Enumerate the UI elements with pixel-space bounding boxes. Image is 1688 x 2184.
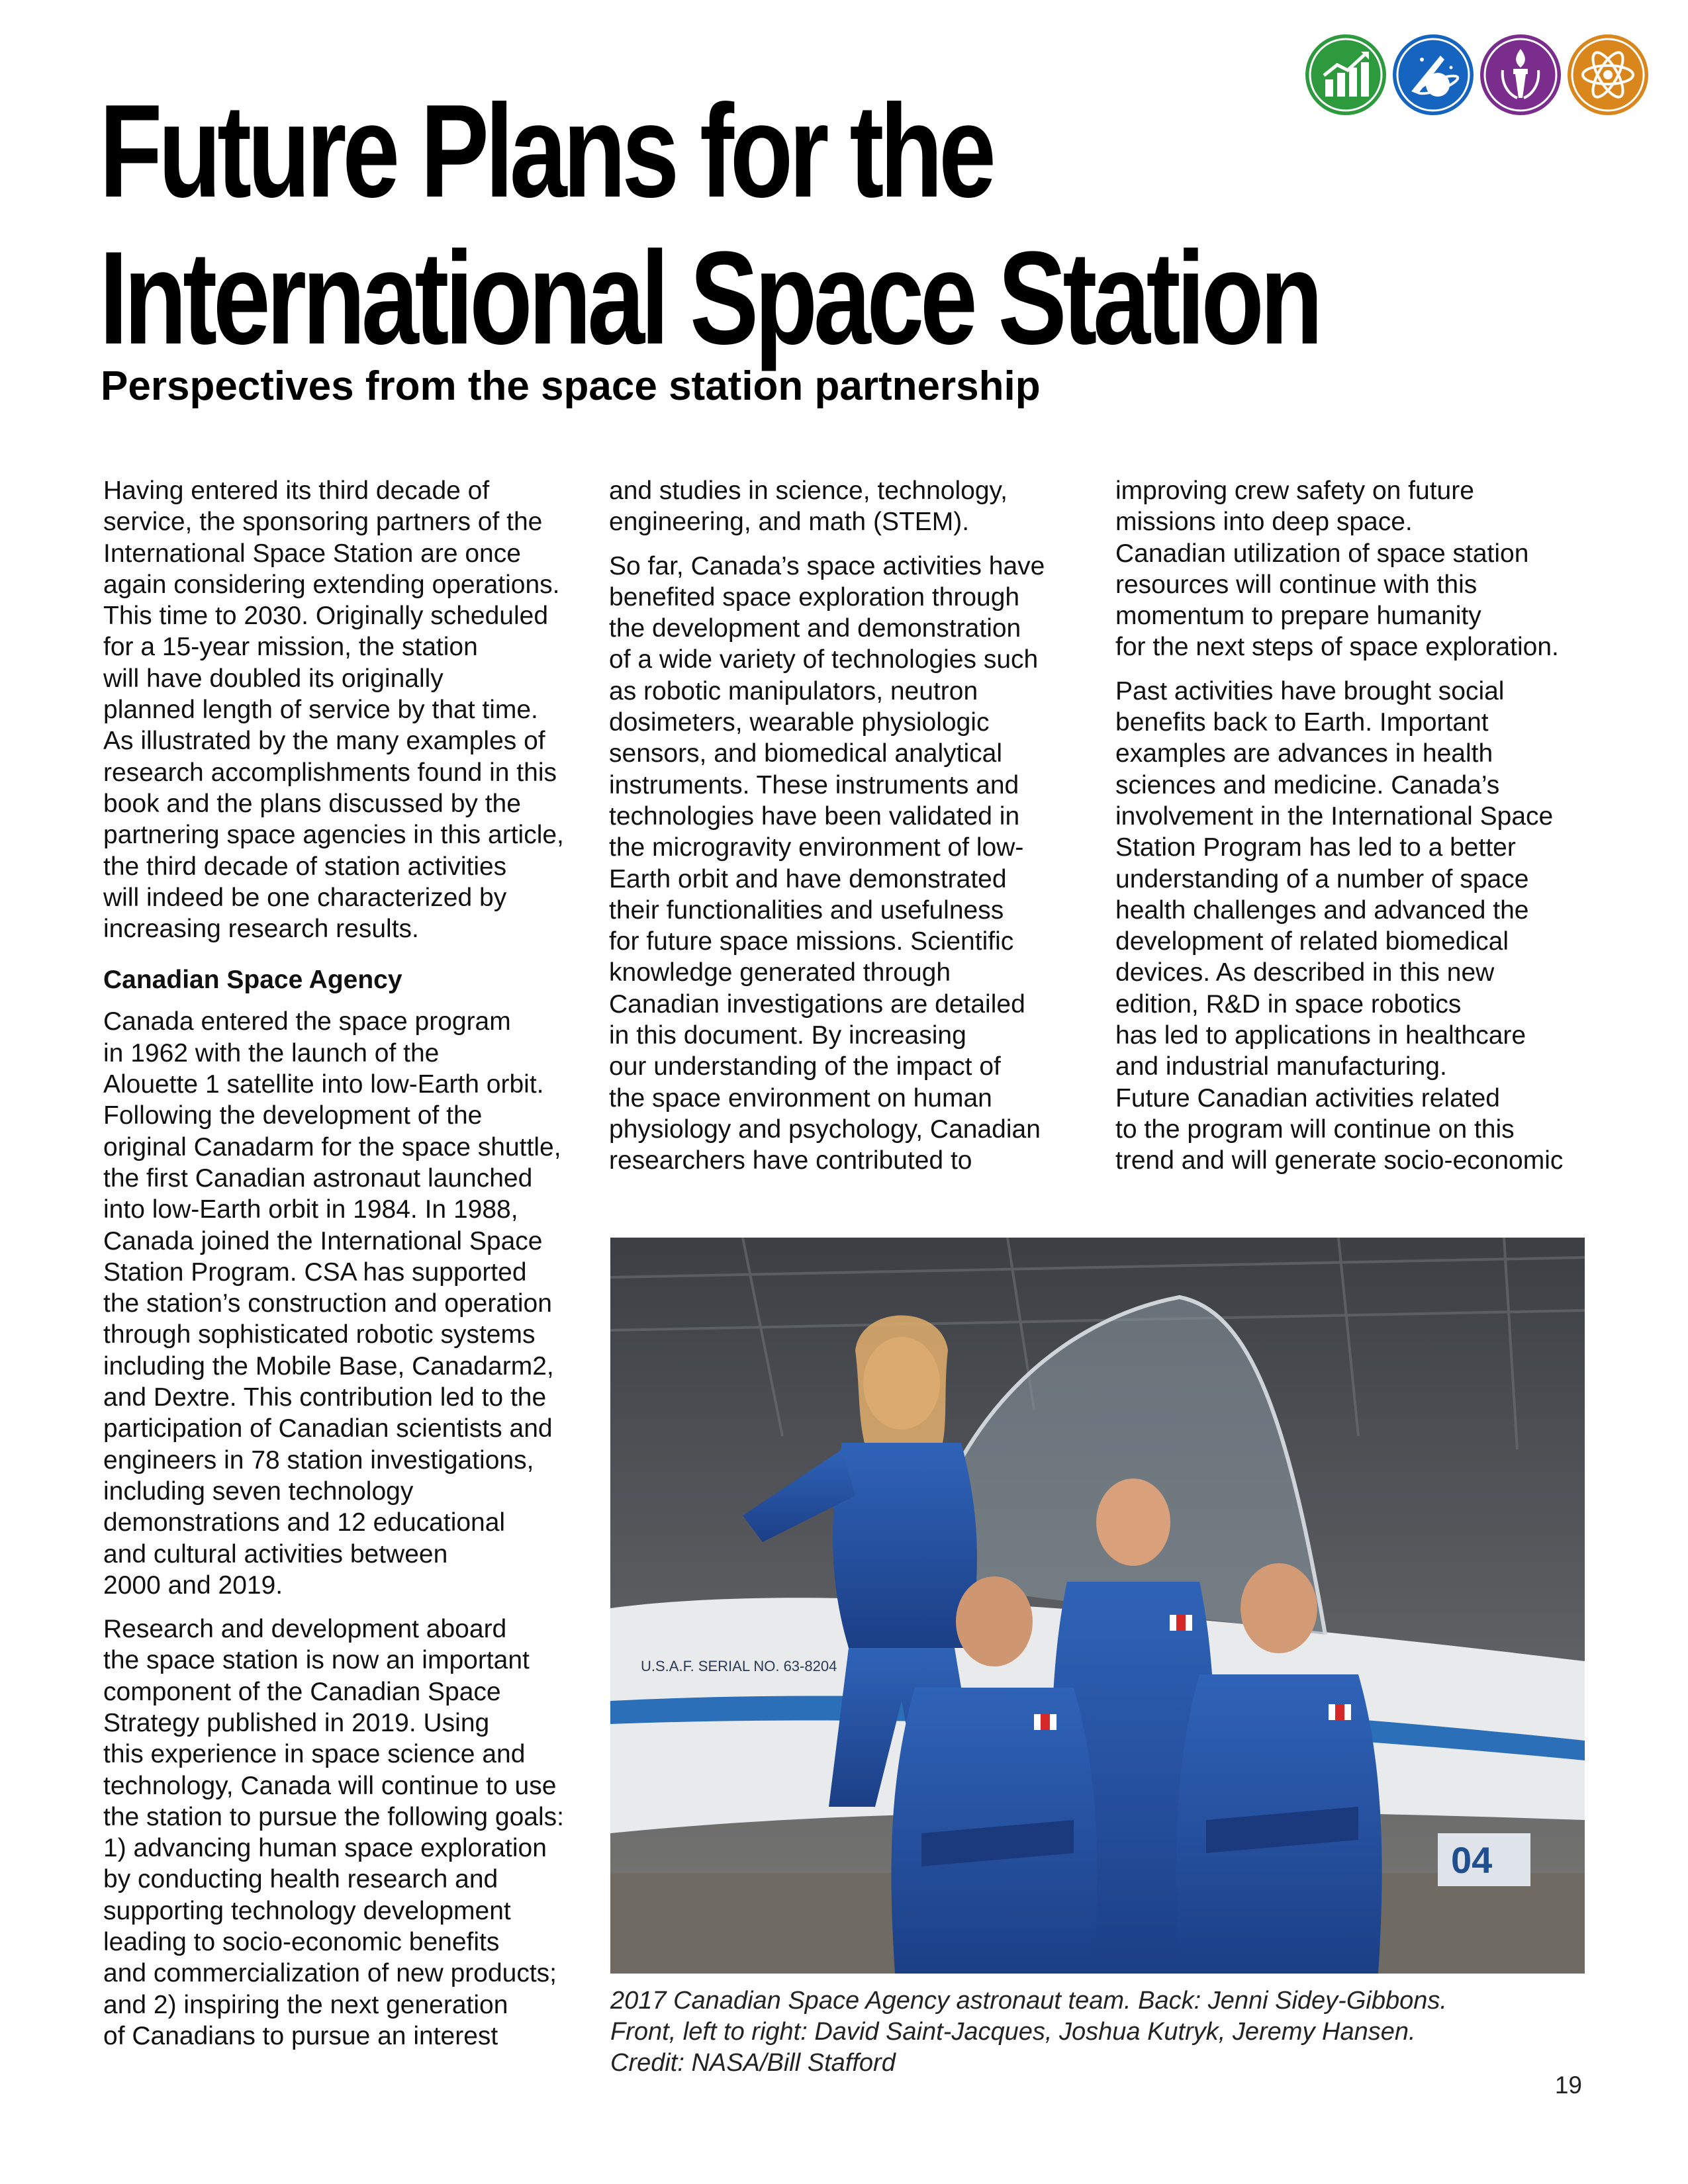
title-line-2: International Space Station [99, 224, 1323, 372]
intro-paragraph: Having entered its third decade of servi… [103, 477, 564, 944]
social-benefits-paragraph: Past activities have brought social bene… [1115, 676, 1564, 1175]
text-column-1: Having entered its third decade of servi… [103, 475, 580, 2064]
aircraft-serial-marking: U.S.A.F. SERIAL NO. 63-8204 [641, 1658, 837, 1674]
text-column-2: and studies in science, technology, engi… [609, 475, 1086, 1189]
technologies-paragraph: So far, Canada’s space activities have b… [609, 551, 1045, 1175]
section-heading-csa: Canadian Space Agency [103, 966, 402, 995]
aircraft-number-marking: 04 [1451, 1839, 1492, 1881]
space-exploration-icon [1391, 33, 1475, 116]
crew-safety-paragraph: improving crew safety on future missions… [1115, 477, 1559, 662]
text-column-3: improving crew safety on future missions… [1115, 475, 1592, 1189]
astronaut-team-photo: U.S.A.F. SERIAL NO. 63-8204 04 [610, 1238, 1585, 1974]
page-title: Future Plans for the International Space… [99, 77, 1323, 372]
stem-continuation-paragraph: and studies in science, technology, engi… [609, 477, 1008, 537]
page-subtitle: Perspectives from the space station part… [101, 363, 1041, 409]
csa-goals-paragraph: Research and development aboard the spac… [103, 1615, 564, 2050]
atom-science-icon [1566, 33, 1650, 116]
photo-caption: 2017 Canadian Space Agency astronaut tea… [610, 1987, 1447, 2077]
category-icons [1304, 33, 1648, 126]
economic-development-icon [1304, 33, 1387, 116]
title-line-1: Future Plans for the [99, 77, 996, 225]
csa-history-paragraph: Canada entered the space program in 1962… [103, 1007, 561, 1600]
education-torch-icon [1479, 33, 1562, 116]
page-number: 19 [1554, 2071, 1582, 2099]
